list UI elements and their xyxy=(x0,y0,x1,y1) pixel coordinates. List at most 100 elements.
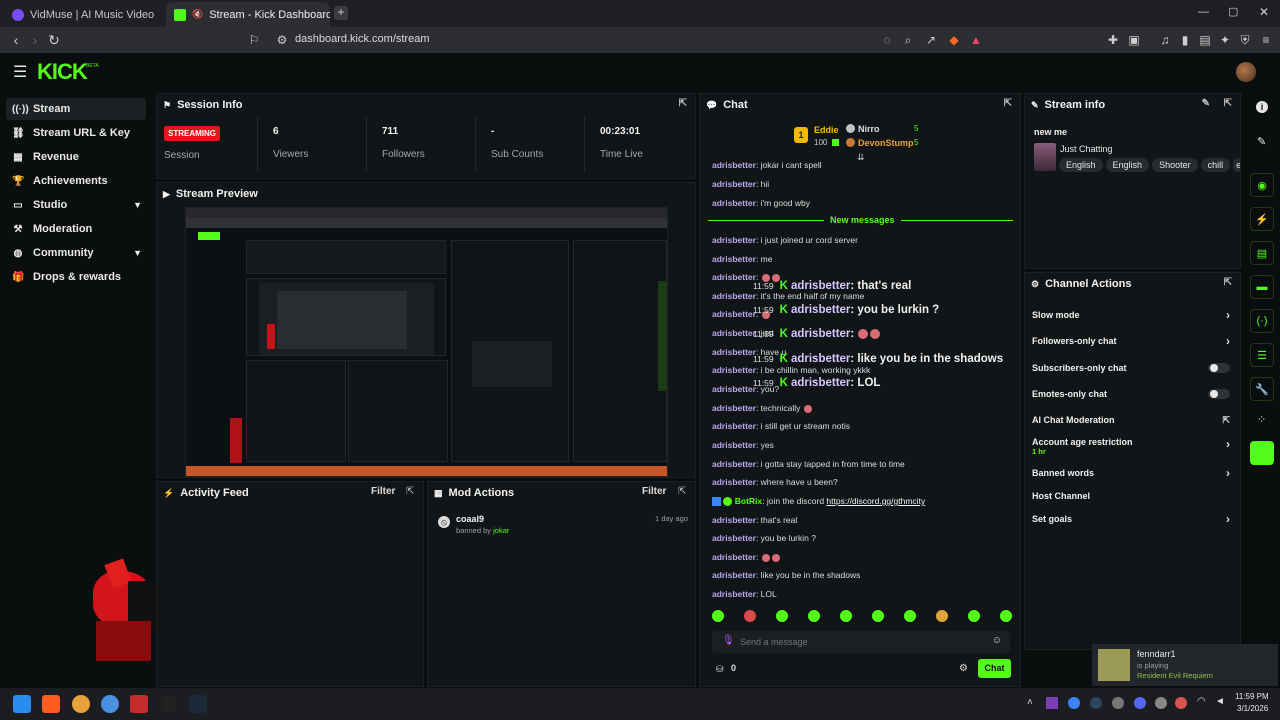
voicemod-taskbar-icon[interactable] xyxy=(130,695,148,713)
windows-start-icon[interactable] xyxy=(13,695,31,713)
popout-icon[interactable]: ⇱ xyxy=(1004,98,1012,109)
rail-clip-button[interactable]: ▤ xyxy=(1250,241,1274,265)
mod-action-item[interactable]: ⦸ coaal9 banned by jokar 1 day ago xyxy=(436,514,692,540)
rail-broadcast-button[interactable]: (·) xyxy=(1250,309,1274,333)
subscribers-only-toggle[interactable] xyxy=(1208,363,1230,373)
sidebar-toggle-icon[interactable]: ▮ xyxy=(1178,33,1192,47)
zoom-icon[interactable]: ⌕ xyxy=(901,33,915,47)
popout-icon[interactable]: ⇱ xyxy=(679,98,687,109)
rail-active-button[interactable] xyxy=(1250,441,1274,465)
hamburger-menu-icon[interactable]: ☰ xyxy=(13,62,27,82)
vpn-icon[interactable]: ⛨ xyxy=(1238,33,1252,47)
kick-logo[interactable]: KICK xyxy=(37,59,88,85)
emotes-only-toggle[interactable] xyxy=(1208,389,1230,399)
leaderboard-name[interactable]: Eddie xyxy=(814,125,839,135)
emote-icon[interactable] xyxy=(1000,610,1012,622)
app-taskbar-icon[interactable] xyxy=(72,695,90,713)
taskbar-date[interactable]: 3/1/2026 xyxy=(1237,704,1268,713)
emote-icon[interactable] xyxy=(872,610,884,622)
bookmark-icon[interactable]: ⚐ xyxy=(247,33,261,47)
banned-words-row[interactable]: Banned words › xyxy=(1032,464,1232,482)
rail-list-button[interactable]: ☰ xyxy=(1250,343,1274,367)
tab-vidmuse[interactable]: VidMuse | AI Music Video Agent for Cr xyxy=(4,2,164,27)
brave-rewards-icon[interactable]: ▲ xyxy=(969,33,983,47)
new-tab-button[interactable]: + xyxy=(334,6,348,20)
sidebar-item-studio[interactable]: ▭ Studio ▼ xyxy=(6,194,146,216)
chat-message-input[interactable] xyxy=(740,635,980,649)
sidebar-item-revenue[interactable]: ▦ Revenue xyxy=(6,146,146,168)
volume-icon[interactable]: ◄ xyxy=(1215,696,1225,707)
filter-button[interactable]: Filter xyxy=(371,486,395,497)
set-goals-row[interactable]: Set goals › xyxy=(1032,510,1232,528)
popout-icon[interactable]: ⇱ xyxy=(678,486,686,497)
filter-button[interactable]: Filter xyxy=(642,486,666,497)
emote-icon[interactable] xyxy=(936,610,948,622)
tab-kick-dashboard[interactable]: 🔇 Stream - Kick Dashboard ✕ xyxy=(166,2,330,27)
bluetooth-tray-icon[interactable] xyxy=(1068,697,1080,709)
discord-link[interactable]: https://discord.gg/gthmcity xyxy=(826,496,925,506)
sidebar-item-stream-url-key[interactable]: ⛓ Stream URL & Key xyxy=(6,122,146,144)
brave-shield-icon[interactable]: ◆ xyxy=(947,33,961,47)
steam-taskbar-icon[interactable] xyxy=(189,695,207,713)
site-settings-icon[interactable]: ⚙ xyxy=(275,33,289,47)
brave-taskbar-icon[interactable] xyxy=(42,695,60,713)
steam-tray-icon[interactable] xyxy=(1090,697,1102,709)
edit-icon[interactable]: ✎ xyxy=(1202,98,1210,109)
host-channel-row[interactable]: Host Channel xyxy=(1032,487,1232,505)
extensions-icon[interactable]: ✚ xyxy=(1106,33,1120,47)
pencil-icon[interactable]: ✎ xyxy=(1257,135,1266,148)
ai-chat-moderation-row[interactable]: AI Chat Moderation ⇱ xyxy=(1032,411,1232,429)
points-chest-icon[interactable]: ⛁ xyxy=(716,664,724,675)
emote-icon[interactable] xyxy=(904,610,916,622)
tray-chevron-icon[interactable]: ˄ xyxy=(1027,697,1033,708)
steam-notification[interactable]: fenndarr1 is playing Resident Evil Requi… xyxy=(1092,644,1278,686)
onenote-tray-icon[interactable] xyxy=(1046,697,1058,709)
wallet-icon[interactable]: ▤ xyxy=(1198,33,1212,47)
rail-bolt-button[interactable]: ⚡ xyxy=(1250,207,1274,231)
obs-taskbar-icon[interactable] xyxy=(160,695,178,713)
media-icon[interactable]: ♫ xyxy=(1158,33,1172,47)
slow-mode-row[interactable]: Slow mode › xyxy=(1032,306,1232,324)
chat-input-box[interactable]: 🎙 ☺ xyxy=(712,631,1010,653)
tray-app-icon[interactable] xyxy=(1175,697,1187,709)
sidebar-item-moderation[interactable]: ⚒ Moderation xyxy=(6,218,146,240)
send-chat-button[interactable]: Chat xyxy=(978,659,1011,678)
chat-settings-icon[interactable]: ⚙ xyxy=(959,663,968,674)
discord-tray-icon[interactable] xyxy=(1134,697,1146,709)
forward-icon[interactable]: › xyxy=(27,32,43,48)
apps-icon[interactable]: ⁘ xyxy=(1257,413,1266,426)
taskbar-time[interactable]: 11:59 PM xyxy=(1235,692,1269,701)
sidebar-item-drops-rewards[interactable]: 🎁 Drops & rewards xyxy=(6,266,146,288)
sidebar-item-community[interactable]: ◍ Community ▼ xyxy=(6,242,146,264)
stream-preview-video[interactable] xyxy=(185,207,668,477)
user-avatar[interactable] xyxy=(1236,62,1256,82)
share-icon[interactable]: ↗ xyxy=(924,33,938,47)
rail-capture-button[interactable]: ◉ xyxy=(1250,173,1274,197)
chrome-taskbar-icon[interactable] xyxy=(101,695,119,713)
info-icon[interactable]: i xyxy=(1256,101,1268,113)
popout-icon[interactable]: ⇱ xyxy=(1224,98,1232,109)
followers-only-chat-row[interactable]: Followers-only chat › xyxy=(1032,332,1232,350)
menu-icon[interactable]: ≡ xyxy=(1259,33,1273,47)
leaderboard-name[interactable]: DevonStump xyxy=(858,138,914,148)
sidebar-item-stream[interactable]: ((·)) Stream xyxy=(6,98,146,120)
leo-ai-icon[interactable]: ✦ xyxy=(1218,33,1232,47)
emote-icon[interactable] xyxy=(776,610,788,622)
back-icon[interactable]: ‹ xyxy=(8,32,24,48)
expand-leaderboard-icon[interactable]: ⇊ xyxy=(857,152,865,163)
url-field[interactable]: dashboard.kick.com/stream xyxy=(295,33,430,45)
emoji-picker-icon[interactable]: ☺ xyxy=(992,635,1002,646)
screenshot-icon[interactable]: ▣ xyxy=(1127,33,1141,47)
sidebar-item-achievements[interactable]: 🏆 Achievements xyxy=(6,170,146,192)
rail-chat-button[interactable]: ▬ xyxy=(1250,275,1274,299)
close-window-button[interactable]: ✕ xyxy=(1259,5,1269,19)
emote-icon[interactable] xyxy=(744,610,756,622)
headset-tray-icon[interactable] xyxy=(1112,697,1124,709)
minimize-button[interactable]: — xyxy=(1198,6,1209,18)
leaderboard-name[interactable]: Nirro xyxy=(858,124,880,134)
emote-icon[interactable] xyxy=(808,610,820,622)
eye-off-icon[interactable]: ◌ xyxy=(880,33,894,47)
wifi-icon[interactable]: ◠ xyxy=(1197,696,1206,707)
reload-icon[interactable]: ↻ xyxy=(46,32,62,49)
rail-tools-button[interactable]: 🔧 xyxy=(1250,377,1274,401)
